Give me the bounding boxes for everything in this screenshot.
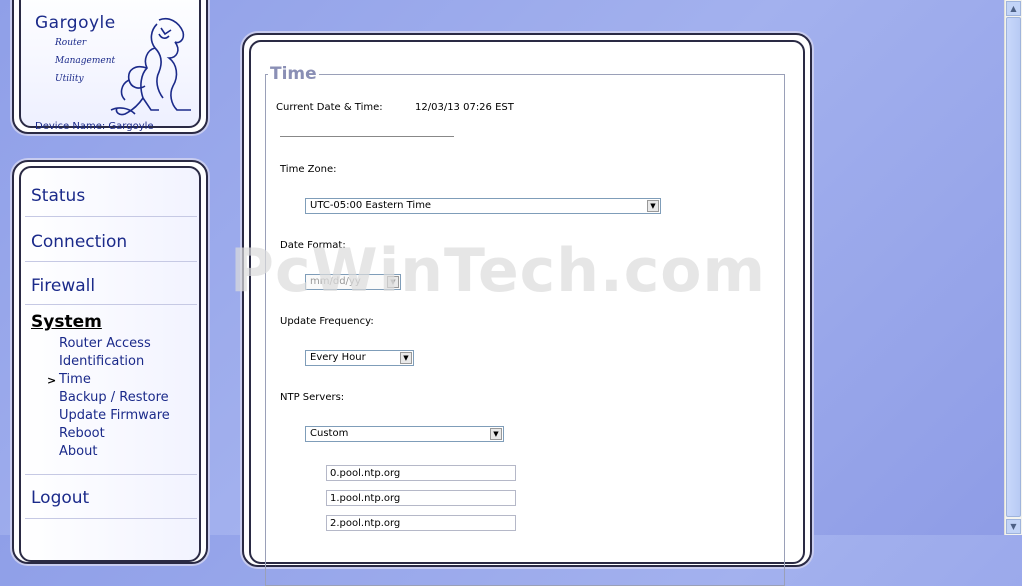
ntp-server-1-input[interactable] <box>326 465 516 481</box>
date-format-select-value: mm/dd/yy <box>310 276 361 287</box>
update-frequency-select[interactable]: Every Hour ▼ <box>305 350 414 366</box>
content-box: Time Current Date & Time: 12/03/13 07:26… <box>249 40 805 586</box>
timezone-select[interactable]: UTC-05:00 Eastern Time ▼ <box>305 198 661 214</box>
date-format-label: Date Format: <box>280 240 346 251</box>
ntp-servers-label: NTP Servers: <box>280 392 345 403</box>
timezone-select-value: UTC-05:00 Eastern Time <box>310 200 432 211</box>
ntp-server-3-input[interactable] <box>326 515 516 531</box>
nav-divider <box>25 518 197 519</box>
chevron-down-icon: ▼ <box>490 428 502 440</box>
nav-subitem-identification[interactable]: Identification <box>59 354 144 369</box>
gargoyle-logo-icon <box>110 17 191 116</box>
scroll-down-icon[interactable]: ▼ <box>1006 519 1021 534</box>
nav-subitem-time[interactable]: Time <box>59 372 91 387</box>
current-page-arrow-icon: > <box>47 374 57 387</box>
nav-divider <box>25 304 197 305</box>
logo-box: Gargoyle Router Management Utility Devic… <box>19 0 201 132</box>
time-fieldset: Time Current Date & Time: 12/03/13 07:26… <box>265 64 785 586</box>
ntp-mode-select-value: Custom <box>310 428 349 439</box>
page-title: Time <box>270 64 317 84</box>
nav-item-status[interactable]: Status <box>31 186 85 206</box>
nav-panel: Status Connection Firewall System Router… <box>12 160 208 564</box>
nav-menu: Status Connection Firewall System Router… <box>19 166 201 562</box>
chevron-down-icon: ▼ <box>647 200 659 212</box>
nav-item-firewall[interactable]: Firewall <box>31 276 95 296</box>
main-panel: Time Current Date & Time: 12/03/13 07:26… <box>242 33 812 586</box>
chevron-down-icon: ▼ <box>387 276 399 288</box>
nav-divider <box>25 216 197 217</box>
ntp-mode-select[interactable]: Custom ▼ <box>305 426 504 442</box>
tagline-router: Router <box>55 38 87 48</box>
ntp-server-2-input[interactable] <box>326 490 516 506</box>
divider-line <box>280 136 454 137</box>
nav-item-system[interactable]: System <box>31 312 102 332</box>
tagline-utility: Utility <box>55 74 84 84</box>
nav-subitem-about[interactable]: About <box>59 444 97 459</box>
nav-item-connection[interactable]: Connection <box>31 232 127 252</box>
nav-subitem-router-access[interactable]: Router Access <box>59 336 151 351</box>
nav-subitem-update-firmware[interactable]: Update Firmware <box>59 408 170 423</box>
current-datetime-label: Current Date & Time: <box>276 102 383 113</box>
scrollbar-thumb[interactable] <box>1006 17 1021 517</box>
scroll-up-icon[interactable]: ▲ <box>1006 1 1021 16</box>
update-frequency-label: Update Frequency: <box>280 316 374 327</box>
timezone-label: Time Zone: <box>280 164 337 175</box>
chevron-down-icon: ▼ <box>400 352 412 364</box>
date-format-select[interactable]: mm/dd/yy ▼ <box>305 274 401 290</box>
vertical-scrollbar[interactable]: ▲ ▼ <box>1004 0 1022 535</box>
nav-subitem-reboot[interactable]: Reboot <box>59 426 105 441</box>
logo-panel: Gargoyle Router Management Utility Devic… <box>12 0 208 134</box>
nav-item-logout[interactable]: Logout <box>31 488 89 508</box>
nav-divider <box>25 474 197 475</box>
nav-divider <box>25 261 197 262</box>
current-datetime-value: 12/03/13 07:26 EST <box>415 102 514 113</box>
update-frequency-select-value: Every Hour <box>310 352 366 363</box>
device-name: Device Name: Gargoyle <box>35 121 154 132</box>
nav-subitem-backup-restore[interactable]: Backup / Restore <box>59 390 169 405</box>
